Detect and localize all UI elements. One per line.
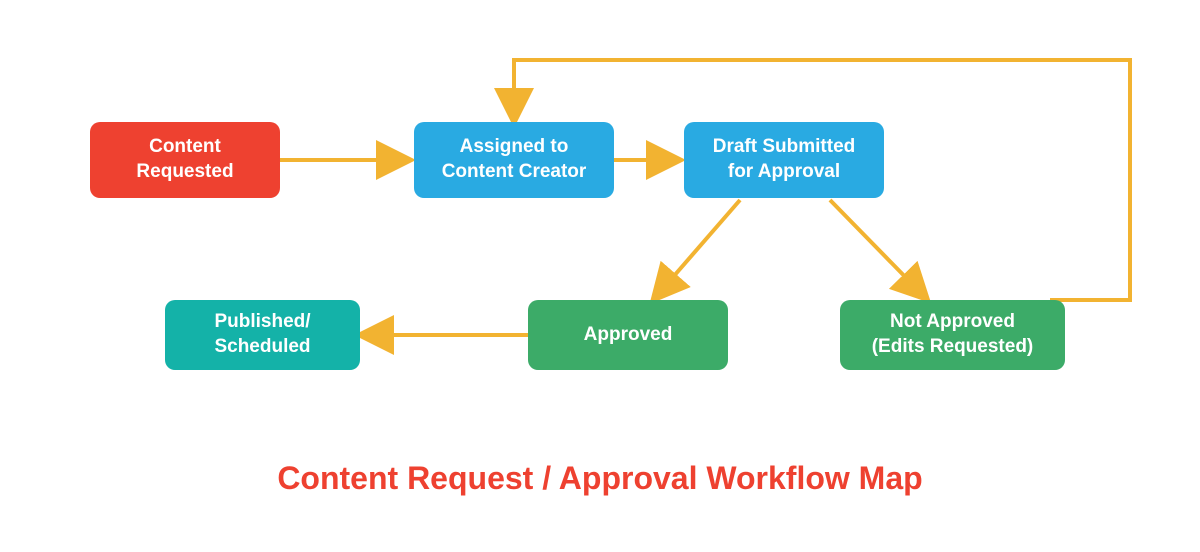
- arrow-submitted-to-notapproved: [830, 200, 920, 292]
- node-label: Not Approved(Edits Requested): [872, 310, 1034, 359]
- node-published-scheduled: Published/Scheduled: [165, 300, 360, 370]
- node-label: Assigned toContent Creator: [442, 135, 587, 184]
- node-content-requested: ContentRequested: [90, 122, 280, 198]
- node-approved: Approved: [528, 300, 728, 370]
- node-draft-submitted: Draft Submittedfor Approval: [684, 122, 884, 198]
- node-label: Draft Submittedfor Approval: [713, 135, 856, 184]
- node-label: Approved: [584, 323, 673, 348]
- node-label: Published/Scheduled: [214, 310, 310, 359]
- diagram-title: Content Request / Approval Workflow Map: [0, 460, 1200, 497]
- node-assigned-to-creator: Assigned toContent Creator: [414, 122, 614, 198]
- node-label: ContentRequested: [136, 135, 233, 184]
- node-not-approved: Not Approved(Edits Requested): [840, 300, 1065, 370]
- arrow-submitted-to-approved: [660, 200, 740, 292]
